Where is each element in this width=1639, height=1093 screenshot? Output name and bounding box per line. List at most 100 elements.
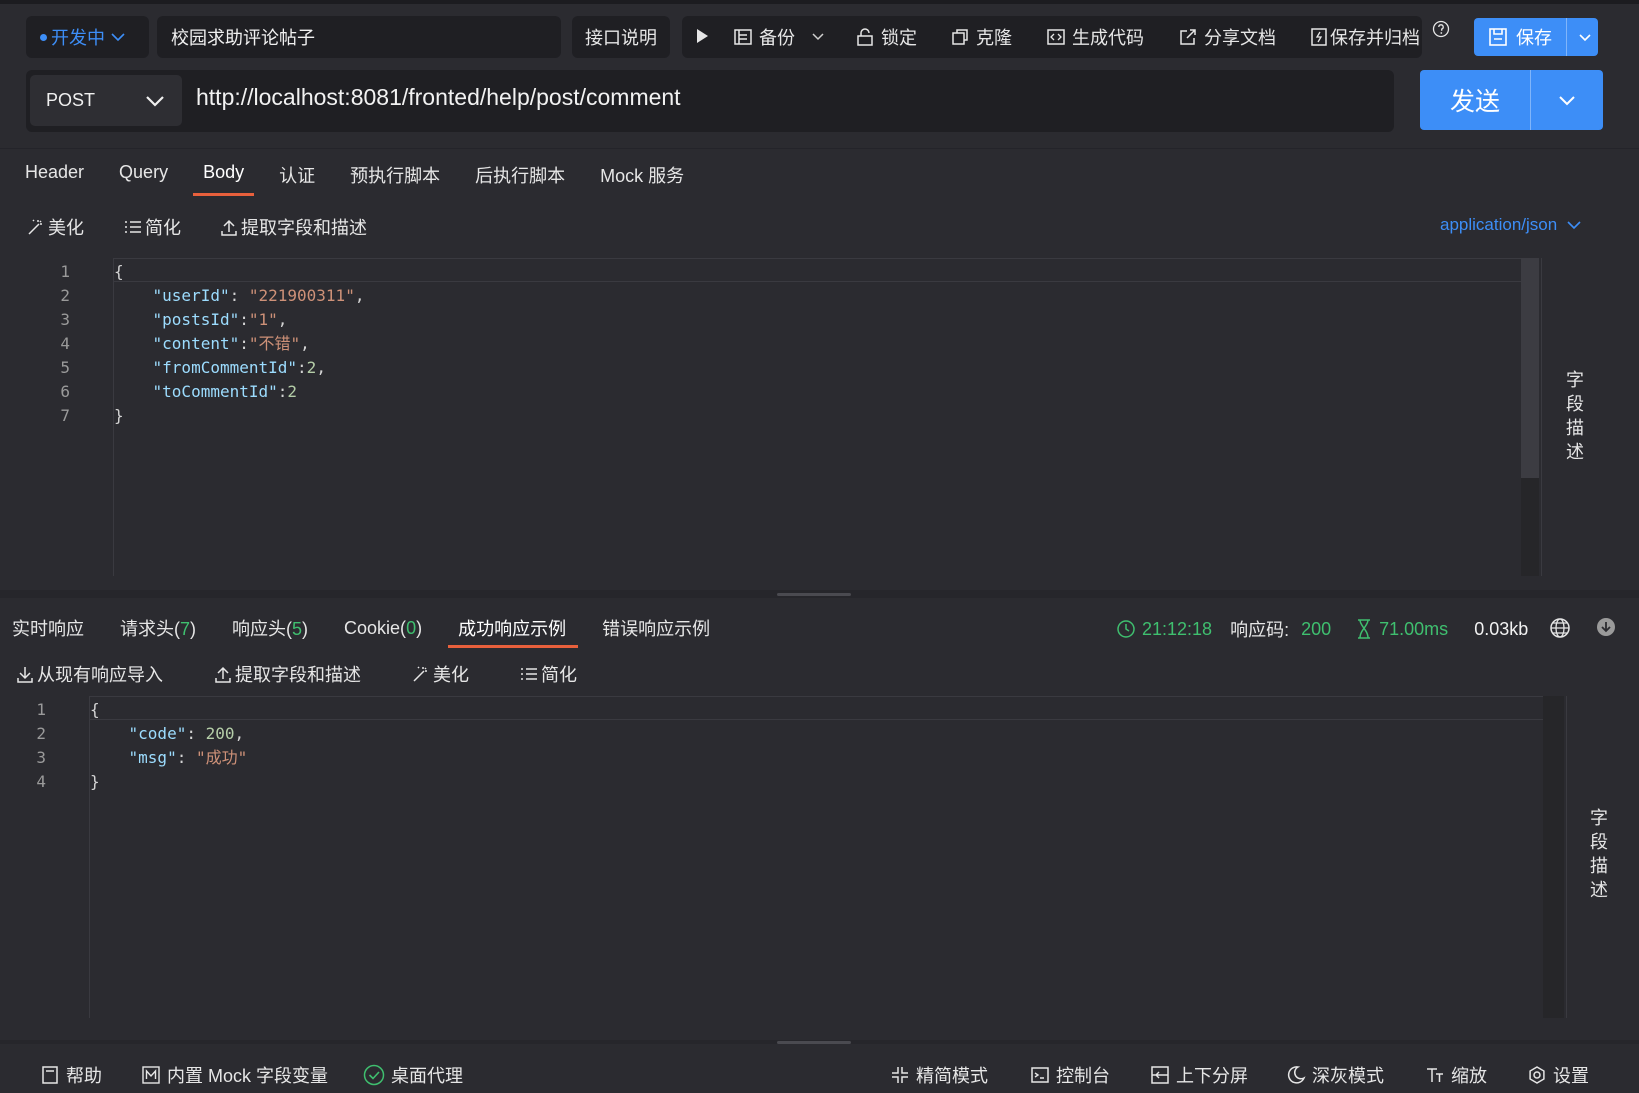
tab-realtime[interactable]: 实时响应 — [12, 615, 84, 641]
resp-simplify-button[interactable]: 简化 — [519, 661, 577, 687]
magic-wand-icon — [411, 664, 431, 684]
download-icon[interactable] — [1596, 617, 1616, 642]
resp-beautify-button[interactable]: 美化 — [411, 661, 469, 687]
method-label: POST — [46, 90, 96, 110]
code-token: 200 — [205, 724, 235, 743]
code-token: "postsId" — [152, 310, 240, 329]
line-number: 1 — [60, 262, 70, 281]
code-token: , — [354, 286, 365, 305]
code-token: : — [297, 358, 307, 377]
code-token: 2 — [306, 358, 317, 377]
url-input[interactable]: http://localhost:8081/fronted/help/post/… — [196, 84, 681, 111]
paren: ) — [416, 617, 423, 638]
zoom-button[interactable]: 缩放 — [1425, 1062, 1487, 1088]
console-button[interactable]: 控制台 — [1030, 1062, 1110, 1088]
code-line: 7} — [40, 404, 364, 428]
line-number: 2 — [60, 286, 70, 305]
globe-icon[interactable] — [1549, 617, 1571, 644]
code-text: "userId": "221900311", — [114, 284, 365, 308]
tab-response-headers[interactable]: 响应头(5) — [232, 615, 308, 641]
check-circle-icon — [363, 1064, 385, 1086]
backup-chevron-icon[interactable] — [810, 28, 826, 49]
split-handle[interactable] — [777, 593, 851, 596]
cookie-count: 0 — [406, 617, 417, 638]
clone-button[interactable]: 克隆 — [950, 24, 1012, 50]
code-text: } — [114, 404, 124, 428]
send-button[interactable]: 发送 — [1420, 70, 1603, 130]
tab-item[interactable]: Header — [25, 162, 84, 198]
magic-wand-icon — [26, 217, 46, 237]
tab-item[interactable]: 预执行脚本 — [350, 162, 440, 198]
status-dot — [40, 33, 47, 41]
status-dropdown[interactable]: 开发中 — [26, 16, 149, 58]
beautify-label: 美化 — [48, 218, 84, 238]
resp-extract-fields-button[interactable]: 提取字段和描述 — [213, 661, 361, 687]
request-tabs: Header Query Body 认证 预执行脚本 后执行脚本 Mock 服务 — [25, 162, 684, 198]
code-text: "fromCommentId":2, — [114, 356, 326, 380]
body-editor[interactable]: 1{2 "userId": "221900311", 3 "postsId":"1… — [0, 258, 1546, 576]
api-name-input[interactable]: 校园求助评论帖子 — [157, 16, 561, 58]
resp-beautify-label: 美化 — [433, 665, 469, 685]
share-button[interactable]: 分享文档 — [1178, 24, 1276, 50]
line-number: 3 — [36, 748, 46, 767]
help-button[interactable]: 帮助 — [40, 1062, 102, 1088]
doc-button[interactable]: 接口说明 — [572, 16, 670, 58]
footer-handle[interactable] — [777, 1041, 851, 1044]
run-button[interactable] — [694, 24, 710, 48]
tab-request-headers[interactable]: 请求头(7) — [120, 615, 196, 641]
dark-gray-mode-button[interactable]: 深灰模式 — [1286, 1062, 1384, 1088]
split-screen-button[interactable]: 上下分屏 — [1150, 1062, 1248, 1088]
field-desc-char: 述 — [1590, 880, 1608, 900]
field-desc-char: 字 — [1566, 370, 1584, 390]
code-token: , — [234, 724, 245, 743]
method-select[interactable]: POST — [30, 75, 182, 126]
backup-button[interactable]: 备份 — [733, 24, 795, 50]
tab-error-example[interactable]: 错误响应示例 — [602, 615, 710, 641]
zoom-label: 缩放 — [1451, 1066, 1487, 1086]
import-from-response-button[interactable]: 从现有响应导入 — [15, 661, 163, 687]
save-archive-button[interactable]: 保存并归档 — [1310, 24, 1420, 50]
response-editor[interactable]: 1{2 "code": 200, 3 "msg": "成功" 4} — [0, 696, 1570, 1018]
code-line: 2 "code": 200, — [16, 722, 247, 746]
code-line: 1{ — [16, 698, 247, 722]
help-label: 帮助 — [66, 1066, 102, 1086]
backup-label: 备份 — [759, 28, 795, 48]
response-scrollbar-track — [1543, 696, 1564, 1018]
settings-label: 设置 — [1553, 1066, 1589, 1086]
field-description-toggle[interactable]: 字段描述 — [1564, 368, 1586, 464]
send-chevron-icon[interactable] — [1557, 90, 1577, 110]
lock-button[interactable]: 锁定 — [855, 24, 917, 50]
mock-vars-button[interactable]: 内置 Mock 字段变量 — [141, 1062, 328, 1088]
gencode-label: 生成代码 — [1072, 28, 1144, 48]
gencode-button[interactable]: 生成代码 — [1046, 24, 1144, 50]
simplify-button[interactable]: 简化 — [123, 214, 181, 240]
font-size-icon — [1425, 1065, 1445, 1085]
content-type-select[interactable]: application/json — [1440, 215, 1583, 235]
extract-fields-button[interactable]: 提取字段和描述 — [219, 214, 367, 240]
editor-scrollbar-thumb[interactable] — [1521, 258, 1539, 478]
field-desc-char: 述 — [1566, 442, 1584, 462]
simplify-label: 简化 — [145, 218, 181, 238]
tab-item[interactable]: 后执行脚本 — [475, 162, 565, 198]
help-circle-icon[interactable] — [1432, 20, 1450, 43]
cookie-label: Cookie( — [344, 617, 407, 638]
tab-item[interactable]: 认证 — [279, 162, 315, 198]
tab-item[interactable]: Query — [119, 162, 168, 198]
save-chevron-icon[interactable] — [1577, 29, 1593, 45]
field-desc-char: 字 — [1590, 808, 1608, 828]
code-token: : — [239, 334, 249, 353]
response-field-description-toggle[interactable]: 字段描述 — [1588, 806, 1610, 902]
compact-mode-button[interactable]: 精简模式 — [890, 1062, 988, 1088]
save-button[interactable]: 保存 — [1474, 18, 1598, 56]
beautify-button[interactable]: 美化 — [26, 214, 84, 240]
tab-success-example[interactable]: 成功响应示例 — [448, 615, 579, 648]
tab-item[interactable]: Mock 服务 — [600, 162, 684, 198]
current-line-highlight — [89, 696, 1543, 720]
share-label: 分享文档 — [1204, 28, 1276, 48]
settings-button[interactable]: 设置 — [1527, 1062, 1589, 1088]
send-divider — [1530, 70, 1531, 130]
desktop-proxy-button[interactable]: 桌面代理 — [363, 1062, 463, 1088]
code-text: "toCommentId":2 — [114, 380, 298, 404]
tab-cookie[interactable]: Cookie(0) — [344, 618, 422, 639]
